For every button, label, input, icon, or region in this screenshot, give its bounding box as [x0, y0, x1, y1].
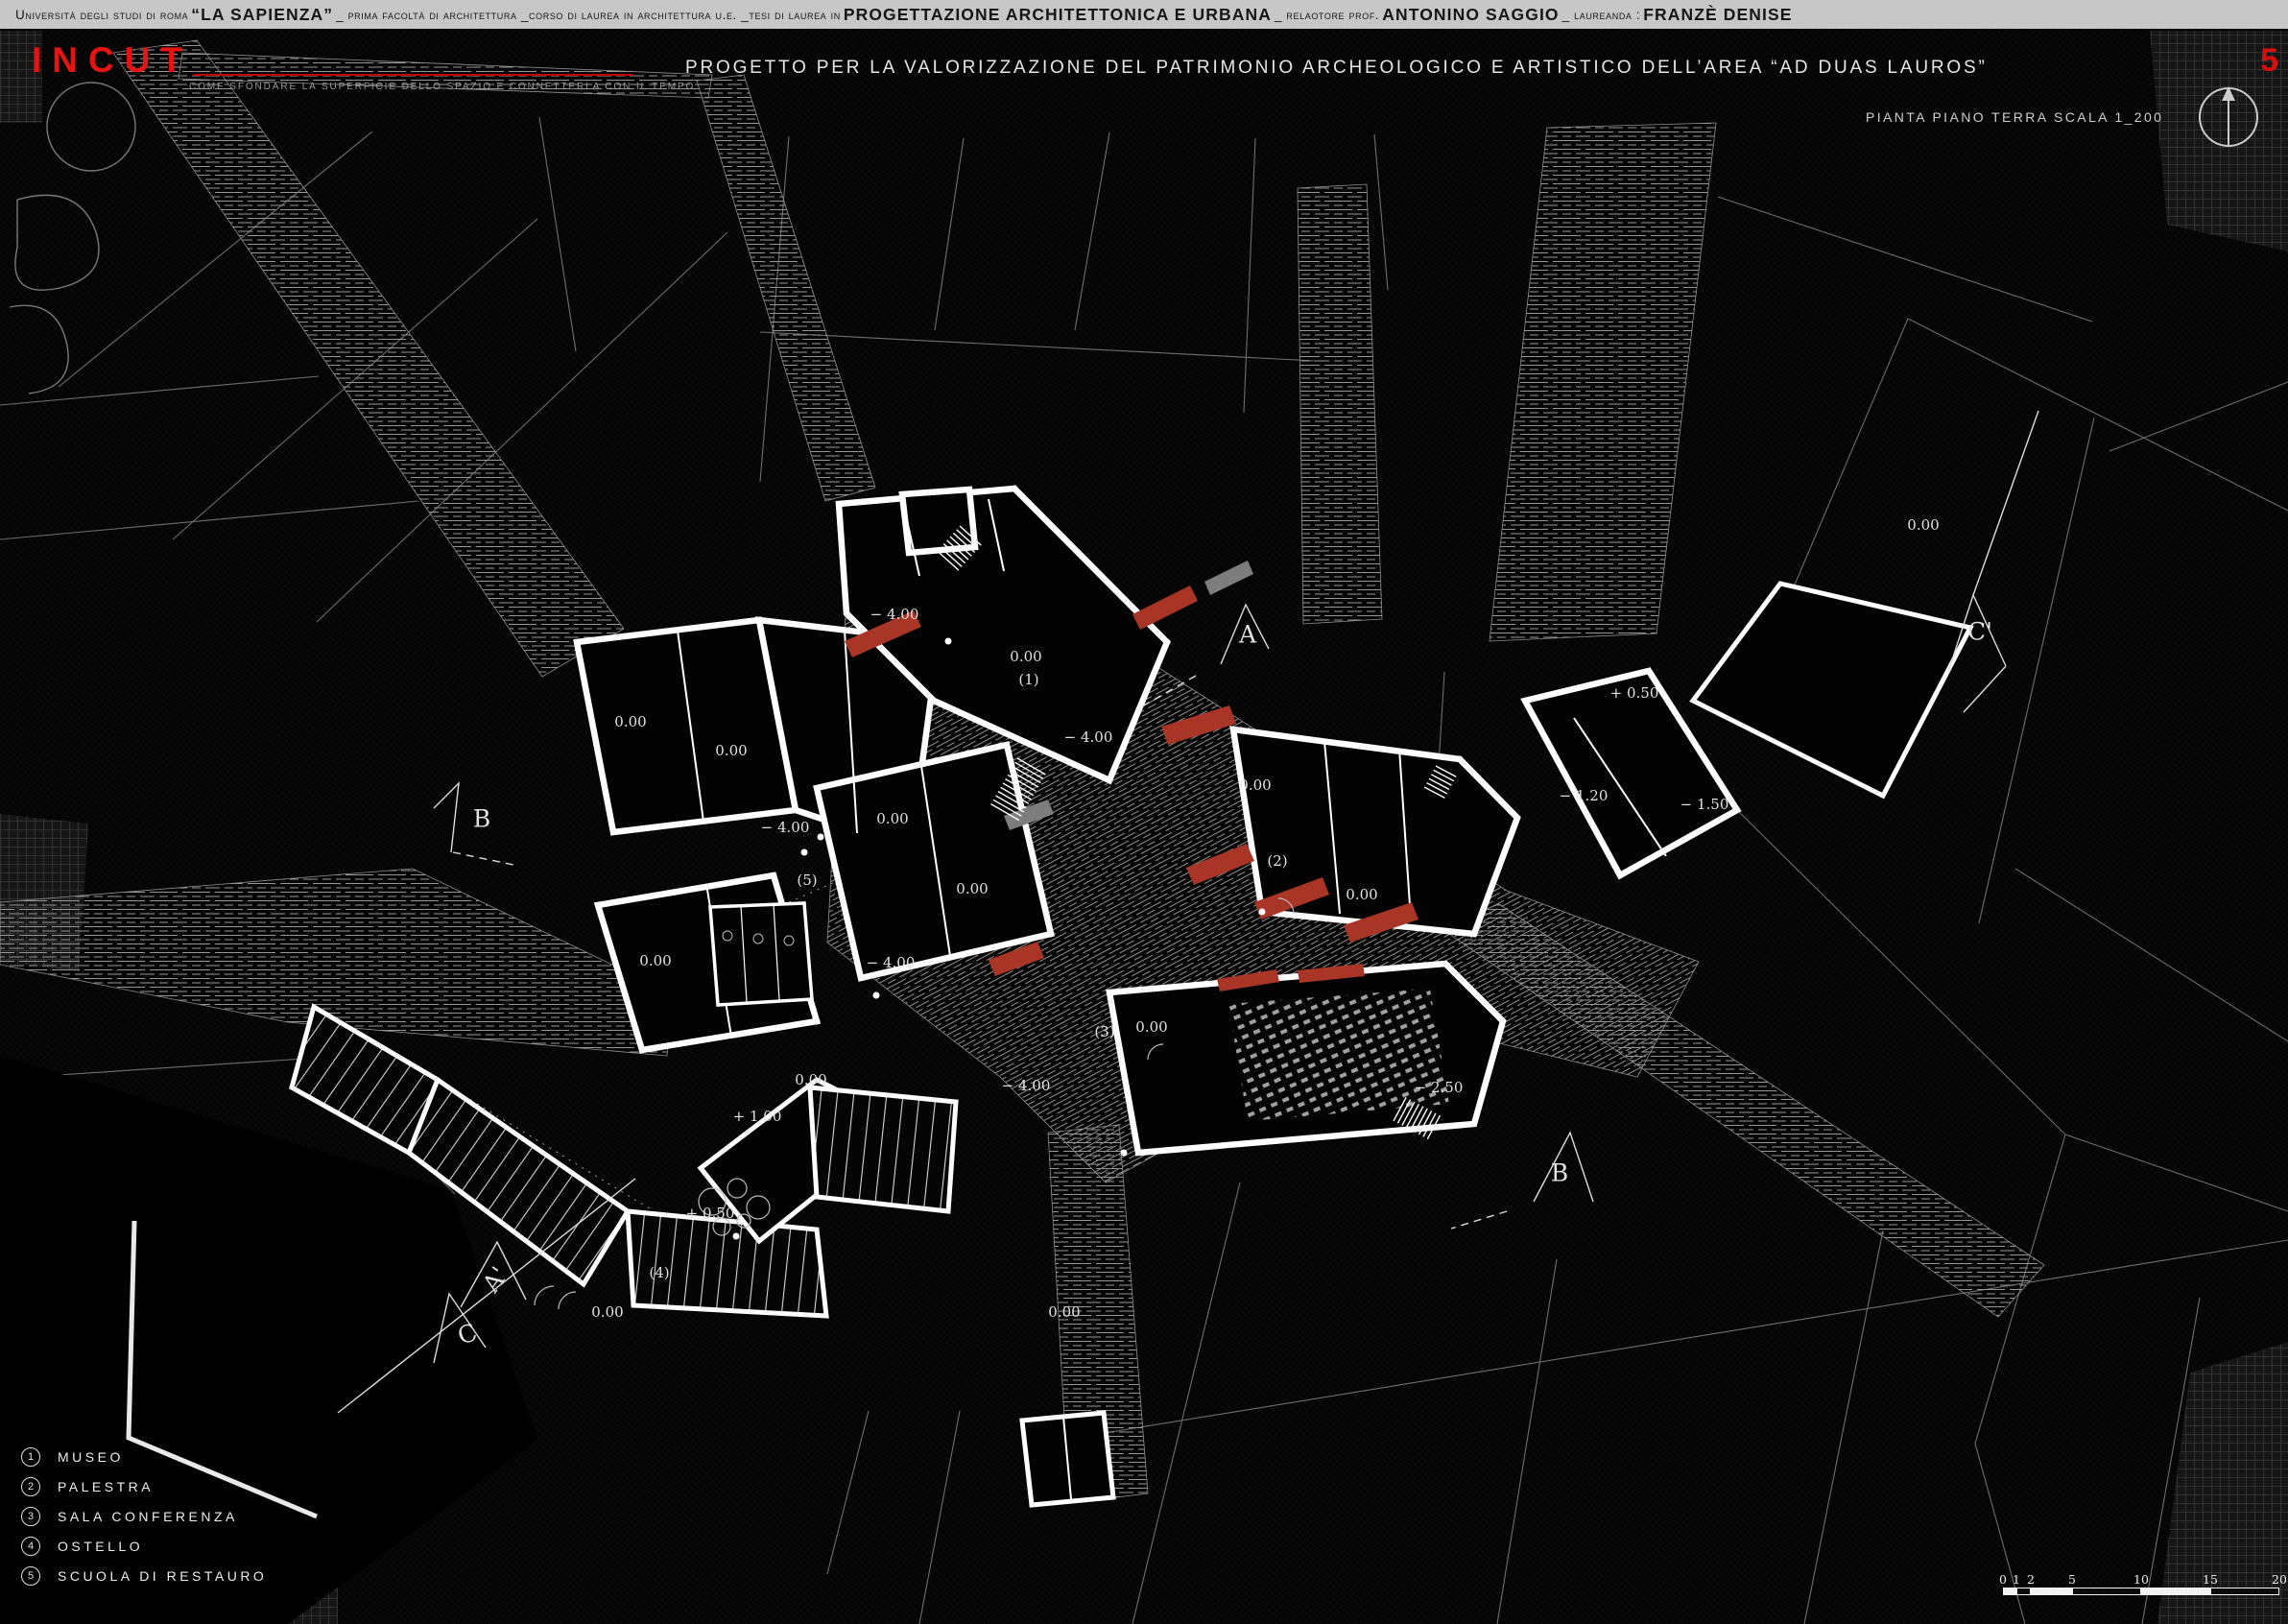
legend-label: MUSEO: [58, 1449, 124, 1465]
logo-underline: [194, 74, 633, 76]
plan-label: B: [473, 805, 490, 833]
plan-label: C': [1967, 618, 1992, 646]
plan-label: 0.00: [639, 952, 671, 969]
header-text-part: PROGETTAZIONE ARCHITETTONICA E URBANA: [844, 5, 1272, 25]
plan-label: 0.00: [956, 880, 988, 897]
legend-number-badge: 3: [21, 1507, 40, 1526]
scale-bar-segment: [2210, 1588, 2279, 1595]
scale-bar: 0125101520: [2003, 1572, 2281, 1603]
plan-label: (3): [1094, 1023, 1114, 1040]
scale-bar-segment: [2016, 1588, 2031, 1595]
plan-label: 0.00: [795, 1071, 826, 1088]
legend-row: 1 MUSEO: [21, 1447, 338, 1467]
scale-tick-label: 1: [2013, 1572, 2020, 1587]
scale-tick-label: 2: [2027, 1572, 2035, 1587]
legend-number-badge: 4: [21, 1537, 40, 1556]
plan-label: − 4.00: [761, 819, 810, 836]
plan-label: A': [477, 1261, 513, 1297]
scale-bar-segments: [2003, 1588, 2279, 1595]
scale-tick-label: 0: [1999, 1572, 2007, 1587]
logo-tagline: COME SFONDARE LA SUPERFICIE DELLO SPAZIO…: [189, 82, 695, 92]
scale-tick-label: 5: [2068, 1572, 2076, 1587]
plan-label: 0.00: [591, 1303, 623, 1321]
plan-label: − 1.50: [1680, 796, 1729, 813]
legend-label: OSTELLO: [58, 1539, 143, 1554]
legend-row: 2 PALESTRA: [21, 1477, 338, 1496]
legend-label: SCUOLA DI RESTAURO: [58, 1568, 267, 1584]
scale-bar-segment: [2072, 1588, 2141, 1595]
plan-label: 0.00: [1239, 776, 1271, 794]
plan-label: A: [1239, 621, 1256, 649]
plan-label: + 1.00: [733, 1108, 782, 1125]
legend-row: 5 SCUOLA DI RESTAURO: [21, 1566, 338, 1586]
plan-label: − 4.00: [867, 954, 916, 971]
plan-label: − 4.00: [1002, 1077, 1051, 1094]
scale-tick-label: 10: [2133, 1572, 2149, 1587]
plan-label: − 1.20: [1560, 787, 1609, 804]
plan-label: 0.00: [1346, 886, 1377, 903]
scale-tick-label: 20: [2272, 1572, 2287, 1587]
scale-bar-ticks: 0125101520: [2003, 1572, 2281, 1588]
sheet-number: 5: [2260, 42, 2278, 80]
plan-label: 0.00: [715, 742, 747, 759]
plan-label: 0.00: [614, 713, 646, 730]
header-text-part: _ relaotore prof.: [1275, 8, 1379, 22]
legend-row: 3 SALA CONFERENZA: [21, 1507, 338, 1526]
plan-label: − 4.00: [1064, 728, 1113, 746]
plan-label: + 0.50: [686, 1205, 735, 1222]
header-text-part: “LA SAPIENZA”: [191, 5, 333, 25]
header-text-part: _ prima facoltà di architettura _corso d…: [336, 8, 841, 22]
legend: 1 MUSEO 2 PALESTRA 3 SALA CONFERENZA 4 O…: [21, 1447, 338, 1596]
header-text-part: Università degli studi di roma: [15, 8, 188, 22]
presentation-board: Università degli studi di roma “LA SAPIE…: [0, 0, 2288, 1624]
incut-logo: INCUT: [32, 40, 193, 81]
legend-label: PALESTRA: [58, 1479, 154, 1494]
plan-label: 0.00: [1907, 516, 1939, 534]
plan-label: (4): [649, 1264, 669, 1281]
plan-label: B: [1551, 1159, 1568, 1187]
plan-label: + 0.50: [1610, 684, 1659, 702]
plan-label: − 4.00: [870, 606, 919, 623]
plan-label: 0.00: [1135, 1018, 1167, 1036]
plan-label: (2): [1267, 852, 1287, 870]
header-text-part: FRANZÈ DENISE: [1643, 5, 1792, 25]
header-bar: Università degli studi di roma “LA SAPIE…: [0, 0, 2288, 29]
plan-label: (1): [1018, 671, 1038, 688]
legend-row: 4 OSTELLO: [21, 1537, 338, 1556]
drawing-title: PIANTA PIANO TERRA SCALA 1_200: [1866, 109, 2163, 125]
header-text-part: _ laureanda :: [1562, 8, 1641, 22]
scale-bar-segment: [2031, 1588, 2072, 1595]
plan-label: − 2.50: [1415, 1079, 1464, 1096]
plan-label: (5): [797, 872, 817, 889]
plan-labels-layer: 0.00 0.00 0.00 − 4.00 0.00 − 4.00 0.00 − 4.00 0.…: [0, 0, 2288, 1624]
scale-tick-label: 15: [2203, 1572, 2218, 1587]
plan-label: C: [454, 1318, 481, 1350]
plan-label: 0.00: [1048, 1303, 1080, 1321]
plan-label: 0.00: [1010, 648, 1041, 665]
legend-label: SALA CONFERENZA: [58, 1509, 238, 1524]
legend-number-badge: 2: [21, 1477, 40, 1496]
scale-bar-segment: [2141, 1588, 2210, 1595]
scale-bar-segment: [2003, 1588, 2016, 1595]
header-text-part: ANTONINO SAGGIO: [1382, 5, 1559, 25]
project-title: PROGETTO PER LA VALORIZZAZIONE DEL PATRI…: [685, 58, 1988, 79]
legend-number-badge: 1: [21, 1447, 40, 1467]
legend-number-badge: 5: [21, 1566, 40, 1586]
plan-label: 0.00: [876, 810, 908, 827]
